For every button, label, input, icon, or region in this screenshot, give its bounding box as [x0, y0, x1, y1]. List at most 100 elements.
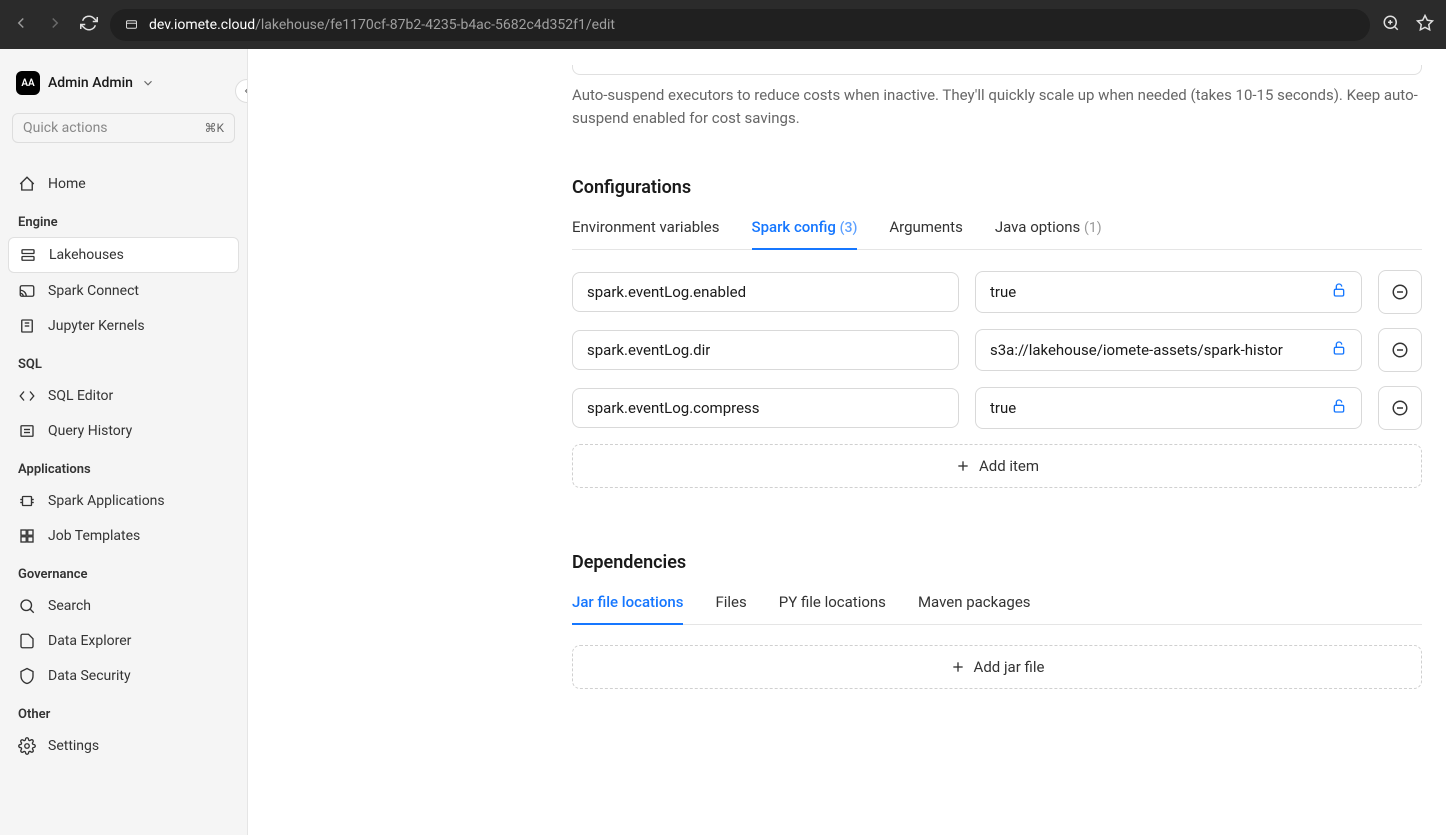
deps-tabs: Jar file locations Files PY file locatio…: [572, 593, 1422, 625]
search-icon: [18, 597, 36, 615]
sidebar-item-jupyter-kernels[interactable]: Jupyter Kernels: [8, 309, 239, 343]
section-governance: Governance: [8, 561, 239, 588]
config-row: spark.eventLog.enabled true: [572, 270, 1422, 314]
lock-icon[interactable]: [1331, 340, 1347, 360]
avatar: AA: [16, 71, 40, 95]
user-menu[interactable]: AA Admin Admin: [8, 65, 239, 101]
config-value-input[interactable]: s3a://lakehouse/iomete-assets/spark-hist…: [975, 329, 1362, 371]
tab-env-vars[interactable]: Environment variables: [572, 218, 720, 250]
tab-count: (1): [1084, 220, 1102, 236]
collapsed-panel-bottom: [572, 65, 1422, 75]
code-icon: [18, 387, 36, 405]
reload-button[interactable]: [80, 14, 98, 36]
main-content: Auto-suspend executors to reduce costs w…: [248, 49, 1446, 835]
plus-icon: [955, 458, 971, 474]
sidebar-item-label: Search: [48, 598, 91, 614]
tab-spark-config[interactable]: Spark config (3): [752, 218, 858, 250]
chip-icon: [18, 492, 36, 510]
sidebar-item-label: Data Explorer: [48, 633, 131, 649]
add-config-item-button[interactable]: Add item: [572, 444, 1422, 488]
grid-icon: [18, 527, 36, 545]
config-row: spark.eventLog.dir s3a://lakehouse/iomet…: [572, 328, 1422, 372]
config-row: spark.eventLog.compress true: [572, 386, 1422, 430]
add-item-label: Add item: [979, 457, 1039, 475]
tab-label: Jar file locations: [572, 593, 683, 611]
config-rows: spark.eventLog.enabled true spark.eventL…: [572, 270, 1422, 430]
zoom-icon[interactable]: [1382, 14, 1400, 36]
sidebar-item-sql-editor[interactable]: SQL Editor: [8, 379, 239, 413]
url-path: /lakehouse/fe1170cf-87b2-4235-b4ac-5682c…: [255, 17, 615, 33]
star-icon[interactable]: [1416, 14, 1434, 36]
tab-label: Arguments: [889, 218, 962, 236]
url-domain: dev.iomete.cloud: [149, 17, 255, 33]
sidebar-item-spark-applications[interactable]: Spark Applications: [8, 484, 239, 518]
lock-icon[interactable]: [1331, 398, 1347, 418]
database-icon: [19, 246, 37, 264]
sidebar-item-label: Data Security: [48, 668, 131, 684]
sidebar-item-settings[interactable]: Settings: [8, 729, 239, 763]
home-icon: [18, 175, 36, 193]
sidebar-item-search[interactable]: Search: [8, 589, 239, 623]
user-name: Admin Admin: [48, 75, 133, 91]
quick-actions-placeholder: Quick actions: [23, 120, 108, 136]
forward-button[interactable]: [46, 14, 64, 36]
sidebar-item-label: Job Templates: [48, 528, 140, 544]
sidebar-item-data-explorer[interactable]: Data Explorer: [8, 624, 239, 658]
sidebar-item-label: Settings: [48, 738, 99, 754]
section-sql: SQL: [8, 351, 239, 378]
sidebar-item-query-history[interactable]: Query History: [8, 414, 239, 448]
quick-actions-input[interactable]: Quick actions ⌘K: [12, 113, 235, 143]
cast-icon: [18, 282, 36, 300]
remove-row-button[interactable]: [1378, 270, 1422, 314]
config-key-input[interactable]: spark.eventLog.dir: [572, 330, 959, 370]
sidebar-item-label: Home: [48, 176, 86, 192]
sidebar-item-label: Spark Applications: [48, 493, 165, 509]
remove-row-button[interactable]: [1378, 328, 1422, 372]
config-key-input[interactable]: spark.eventLog.enabled: [572, 272, 959, 312]
gear-icon: [18, 737, 36, 755]
sidebar-item-job-templates[interactable]: Job Templates: [8, 519, 239, 553]
sidebar-item-data-security[interactable]: Data Security: [8, 659, 239, 693]
history-icon: [18, 422, 36, 440]
dependencies-title: Dependencies: [572, 552, 1422, 573]
sidebar-item-label: Lakehouses: [49, 247, 124, 263]
notebook-icon: [18, 317, 36, 335]
sidebar: AA Admin Admin Quick actions ⌘K Home Eng…: [0, 49, 248, 835]
tab-arguments[interactable]: Arguments: [889, 218, 962, 250]
remove-row-button[interactable]: [1378, 386, 1422, 430]
section-engine: Engine: [8, 209, 239, 236]
file-icon: [18, 632, 36, 650]
tab-jar-locations[interactable]: Jar file locations: [572, 593, 683, 625]
tab-py-locations[interactable]: PY file locations: [779, 593, 886, 625]
tab-java-options[interactable]: Java options (1): [995, 218, 1102, 250]
configurations-title: Configurations: [572, 177, 1422, 198]
tab-count: (3): [840, 220, 858, 236]
tab-maven[interactable]: Maven packages: [918, 593, 1031, 625]
back-button[interactable]: [12, 14, 30, 36]
tab-label: Files: [715, 593, 746, 611]
sidebar-item-label: Jupyter Kernels: [48, 318, 145, 334]
sidebar-item-lakehouses[interactable]: Lakehouses: [8, 237, 239, 273]
tab-label: Environment variables: [572, 218, 720, 236]
tab-label: PY file locations: [779, 593, 886, 611]
tab-label: Spark config: [752, 218, 836, 236]
section-other: Other: [8, 701, 239, 728]
browser-toolbar: dev.iomete.cloud/lakehouse/fe1170cf-87b2…: [0, 0, 1446, 49]
section-applications: Applications: [8, 456, 239, 483]
shield-icon: [18, 667, 36, 685]
url-bar[interactable]: dev.iomete.cloud/lakehouse/fe1170cf-87b2…: [110, 9, 1370, 41]
auto-suspend-description: Auto-suspend executors to reduce costs w…: [572, 83, 1422, 129]
sidebar-item-label: SQL Editor: [48, 388, 113, 404]
add-jar-file-button[interactable]: Add jar file: [572, 645, 1422, 689]
chevron-down-icon: [141, 76, 155, 90]
sidebar-item-spark-connect[interactable]: Spark Connect: [8, 274, 239, 308]
sidebar-item-home[interactable]: Home: [8, 167, 239, 201]
config-key-input[interactable]: spark.eventLog.compress: [572, 388, 959, 428]
config-value-input[interactable]: true: [975, 387, 1362, 429]
plus-icon: [950, 659, 966, 675]
lock-icon[interactable]: [1331, 282, 1347, 302]
tab-label: Java options: [995, 218, 1080, 236]
quick-actions-kbd: ⌘K: [204, 121, 224, 135]
tab-files[interactable]: Files: [715, 593, 746, 625]
config-value-input[interactable]: true: [975, 271, 1362, 313]
